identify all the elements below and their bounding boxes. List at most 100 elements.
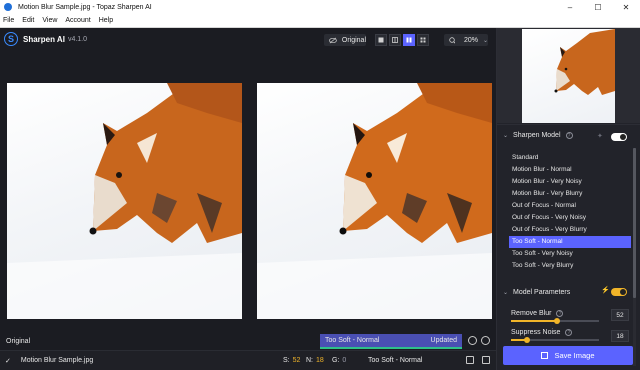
stat-sharpen: S: 52 <box>283 357 300 364</box>
original-caption: Original <box>6 338 31 345</box>
right-sidebar: ⌄ Sharpen Model ? ✦ Standard Motion Blur… <box>496 28 640 370</box>
original-image[interactable] <box>7 83 242 319</box>
file-strip: ✓ Motion Blur Sample.jpg S: 52 N: 18 G: 0 T… <box>0 350 496 370</box>
auto-params-icon: ⚡ <box>601 287 610 294</box>
model-item-out-of-focus-very-blurry[interactable]: Out of Focus - Very Blurry <box>509 224 631 236</box>
sharpen-logo-icon: S <box>4 32 18 46</box>
check-icon[interactable]: ✓ <box>5 357 11 365</box>
model-parameters-header[interactable]: ⌄ Model Parameters <box>503 289 570 296</box>
window-controls: – ☐ ✕ <box>556 0 640 14</box>
compare-icon[interactable] <box>468 336 477 345</box>
help-icon[interactable]: ? <box>565 132 573 139</box>
close-button[interactable]: ✕ <box>612 0 640 14</box>
split-view-icon <box>392 37 398 43</box>
remove-blur-value[interactable]: 52 <box>611 309 629 321</box>
file-model: Too Soft - Normal <box>368 357 423 364</box>
stat-grain-key: G: <box>332 357 340 364</box>
title-bar: Motion Blur Sample.jpg - Topaz Sharpen A… <box>0 0 640 14</box>
model-item-too-soft-very-noisy[interactable]: Too Soft - Very Noisy <box>509 248 631 260</box>
remove-blur-label-row: Remove Blur ? <box>511 310 564 317</box>
sharpen-model-list: Standard Motion Blur - Normal Motion Blu… <box>509 152 631 272</box>
fox-image-original <box>7 83 242 319</box>
model-parameters-title: Model Parameters <box>513 289 571 296</box>
auto-params-toggle[interactable] <box>611 288 627 296</box>
model-item-motion-blur-normal[interactable]: Motion Blur - Normal <box>509 164 631 176</box>
toggle-knob <box>620 134 626 140</box>
processed-image[interactable] <box>257 83 492 319</box>
menu-file[interactable]: File <box>3 17 14 24</box>
grid-view-button[interactable] <box>417 34 429 46</box>
model-item-motion-blur-very-blurry[interactable]: Motion Blur - Very Blurry <box>509 188 631 200</box>
model-item-out-of-focus-normal[interactable]: Out of Focus - Normal <box>509 200 631 212</box>
menu-edit[interactable]: Edit <box>22 17 34 24</box>
preview-model-bar: Too Soft - Normal Updated <box>320 334 462 347</box>
app-name: Sharpen AI <box>23 34 65 44</box>
suppress-noise-label: Suppress Noise <box>511 329 561 336</box>
side-by-side-view-button[interactable] <box>403 34 415 46</box>
chevron-down-icon: ⌄ <box>503 133 509 139</box>
menu-view[interactable]: View <box>42 17 57 24</box>
zoom-icon <box>449 36 455 44</box>
sidebar-scrollbar-thumb[interactable] <box>633 148 636 298</box>
model-item-out-of-focus-very-noisy[interactable]: Out of Focus - Very Noisy <box>509 212 631 224</box>
preview-file-icon[interactable] <box>466 356 474 364</box>
maximize-button[interactable]: ☐ <box>584 0 612 14</box>
suppress-noise-value[interactable]: 18 <box>611 330 629 342</box>
menu-help[interactable]: Help <box>99 17 113 24</box>
minimize-button[interactable]: – <box>556 0 584 14</box>
stat-grain: G: 0 <box>332 357 346 364</box>
remove-blur-slider-fill <box>511 320 557 322</box>
window-title: Motion Blur Sample.jpg - Topaz Sharpen A… <box>18 3 152 11</box>
sharpen-model-header[interactable]: ⌄ Sharpen Model ? <box>503 132 573 139</box>
stat-noise-value: 18 <box>316 357 324 364</box>
help-icon[interactable]: ? <box>556 310 564 317</box>
main-area: S Sharpen AI v4.1.0 Original 20% ⌄ Origi… <box>0 28 496 370</box>
view-mode-group <box>375 34 431 46</box>
save-image-label: Save Image <box>554 351 595 360</box>
menu-account[interactable]: Account <box>65 17 90 24</box>
single-view-icon <box>378 37 384 43</box>
model-item-standard[interactable]: Standard <box>509 152 631 164</box>
file-name[interactable]: Motion Blur Sample.jpg <box>21 357 93 364</box>
help-icon[interactable]: ? <box>565 329 573 336</box>
chevron-down-icon: ⌄ <box>482 37 488 44</box>
stat-noise: N: 18 <box>306 357 324 364</box>
menu-bar: File Edit View Account Help <box>0 14 640 28</box>
remove-blur-label: Remove Blur <box>511 310 552 317</box>
suppress-noise-label-row: Suppress Noise ? <box>511 329 573 336</box>
zoom-select[interactable]: 20% ⌄ <box>444 34 488 46</box>
toggle-knob <box>620 289 626 295</box>
original-toggle-button[interactable]: Original <box>324 34 366 46</box>
original-label: Original <box>341 36 366 44</box>
stat-noise-key: N: <box>306 357 313 364</box>
model-item-motion-blur-very-noisy[interactable]: Motion Blur - Very Noisy <box>509 176 631 188</box>
eye-off-icon <box>329 37 337 43</box>
app-icon <box>4 3 12 11</box>
save-icon <box>541 352 549 359</box>
side-by-side-icon <box>406 37 412 43</box>
grid-view-icon <box>420 37 426 43</box>
preview-status: Updated <box>430 337 457 344</box>
stat-grain-value: 0 <box>342 357 347 364</box>
stat-sharpen-value: 52 <box>292 357 301 364</box>
save-image-button[interactable]: Save Image <box>503 346 633 365</box>
auto-model-toggle[interactable] <box>611 133 627 141</box>
auto-sparkle-icon: ✦ <box>597 133 603 140</box>
model-item-too-soft-normal[interactable]: Too Soft - Normal <box>509 236 631 248</box>
model-item-too-soft-very-blurry[interactable]: Too Soft - Very Blurry <box>509 260 631 272</box>
feedback-icon[interactable] <box>481 336 490 345</box>
trash-icon[interactable] <box>482 356 490 364</box>
stat-sharpen-key: S: <box>283 357 290 364</box>
panel-divider <box>497 124 640 125</box>
fox-image-processed <box>257 83 492 319</box>
chevron-down-icon: ⌄ <box>503 290 509 296</box>
preview-model-label: Too Soft - Normal <box>325 337 380 344</box>
navigator-thumbnail[interactable] <box>522 29 615 123</box>
fox-thumbnail-image <box>554 29 615 95</box>
split-view-button[interactable] <box>389 34 401 46</box>
single-view-button[interactable] <box>375 34 387 46</box>
suppress-noise-slider-knob[interactable] <box>524 337 530 343</box>
remove-blur-slider-knob[interactable] <box>554 318 560 324</box>
sharpen-model-title: Sharpen Model <box>513 132 561 139</box>
app-version: v4.1.0 <box>67 35 88 43</box>
